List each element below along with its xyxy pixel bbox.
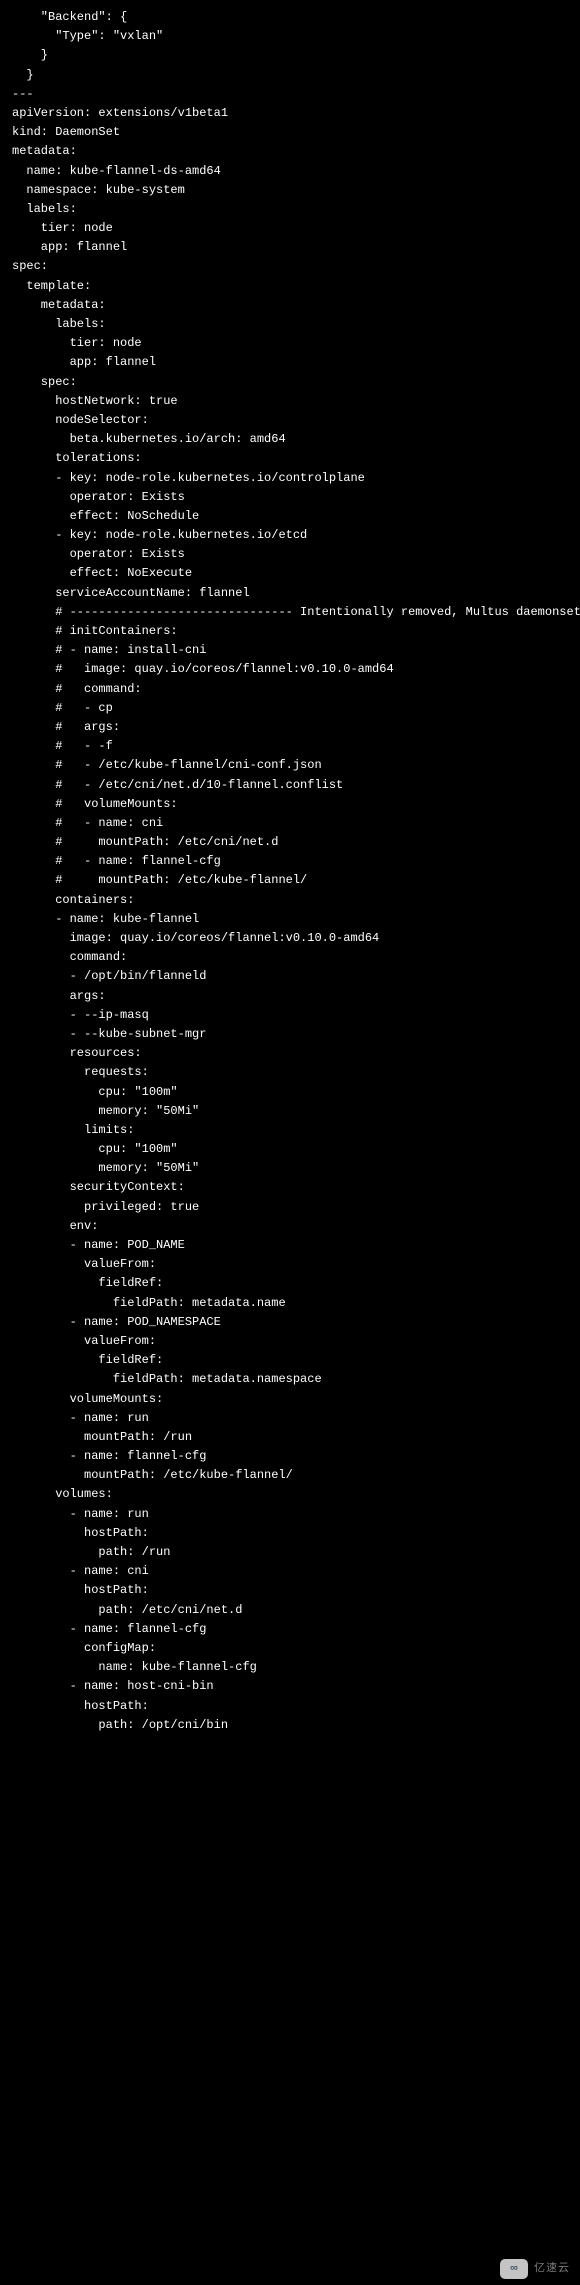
- cloud-icon: ∞: [500, 2259, 528, 2279]
- code-page: "Backend": { "Type": "vxlan" } } --- api…: [0, 0, 580, 2285]
- watermark: ∞ 亿速云: [500, 2259, 570, 2279]
- code-block: "Backend": { "Type": "vxlan" } } --- api…: [0, 8, 580, 1735]
- watermark-label: 亿速云: [534, 2260, 570, 2278]
